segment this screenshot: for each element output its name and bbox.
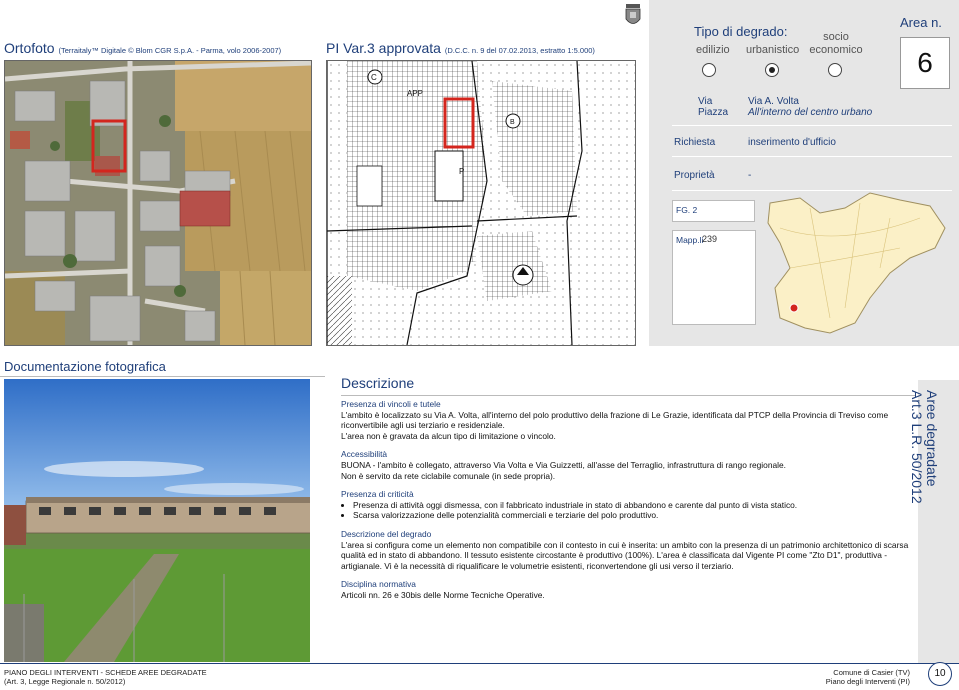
side-banner-line-2: Art.3 L.R. 50/2012	[909, 390, 925, 504]
disciplina-text: Articoli nn. 26 e 30bis delle Norme Tecn…	[341, 589, 545, 600]
footer-right: Comune di Casier (TV) Piano degli Interv…	[810, 668, 910, 686]
description-body: Presenza di vincoli e tutele L'ambito è …	[341, 399, 913, 601]
list-item: Scarsa valorizzazione delle potenzialità…	[353, 510, 913, 521]
municipality-territory-map	[760, 188, 955, 338]
area-label: Area n.	[900, 15, 942, 30]
pi-zoning-drawing: C APP B P	[327, 61, 635, 345]
footer-left: PIANO DEGLI INTERVENTI - SCHEDE AREE DEG…	[4, 668, 207, 686]
footer-left-subtitle: (Art. 3, Legge Regionale n. 50/2012)	[4, 677, 126, 686]
criticita-heading: Presenza di criticità	[341, 489, 414, 500]
degrado-option-edilizio: edilizio	[696, 44, 730, 56]
map-label-b: B	[510, 119, 515, 126]
pi-title-block: PI Var.3 approvata (D.C.C. n. 9 del 07.0…	[326, 40, 595, 56]
mappali-box: Mapp.li 239	[672, 230, 756, 325]
richiesta-label: Richiesta	[674, 137, 716, 148]
divider	[341, 395, 915, 396]
vincoli-text-2: L'area non è gravata da alcun tipo di li…	[341, 430, 556, 441]
divider	[0, 376, 325, 377]
proprieta-label: Proprietà	[674, 170, 715, 181]
side-banner-line-1: Aree degradate	[924, 390, 940, 487]
footer-right-title: Comune di Casier (TV)	[833, 668, 910, 677]
piazza-value: All'interno del centro urbano	[748, 107, 873, 118]
site-photo	[4, 379, 310, 662]
descrizione-heading: Descrizione	[341, 375, 415, 391]
accessibilita-heading: Accessibilità	[341, 449, 388, 460]
ortofoto-title-block: Ortofoto (Terraitaly™ Digitale © Blom CG…	[4, 40, 281, 56]
footer-right-subtitle: Piano degli Interventi (PI)	[825, 677, 910, 686]
pi-zoning-map: C APP B P	[326, 60, 636, 346]
map-label-c: C	[371, 73, 377, 82]
side-banner-text: Aree degradate Art.3 L.R. 50/2012	[909, 390, 940, 504]
proprieta-value: -	[748, 170, 752, 181]
pi-title: PI Var.3 approvata	[326, 40, 441, 56]
list-item: Presenza di attività oggi dismessa, con …	[353, 500, 913, 511]
ortofoto-subtitle: (Terraitaly™ Digitale © Blom CGR S.p.A. …	[58, 46, 282, 55]
page-number: 10	[928, 662, 952, 686]
criticita-list: Presenza di attività oggi dismessa, con …	[341, 500, 913, 521]
footer-left-title: PIANO DEGLI INTERVENTI - SCHEDE AREE DEG…	[4, 668, 207, 677]
vincoli-heading: Presenza di vincoli e tutele	[341, 399, 441, 409]
disciplina-heading: Disciplina normativa	[341, 579, 416, 590]
municipal-coat-of-arms-icon	[624, 4, 642, 28]
divider	[672, 125, 952, 126]
ortofoto-title: Ortofoto	[4, 40, 55, 56]
degrado-heading: Descrizione del degrado	[341, 528, 432, 539]
via-label: Via	[698, 96, 713, 107]
area-number: 6	[900, 37, 950, 89]
degrado-text: L'area si configura come un elemento non…	[341, 539, 909, 571]
pi-subtitle: (D.C.C. n. 9 del 07.02.2013, estratto 1:…	[444, 46, 595, 55]
aerial-photo-drawing	[5, 61, 311, 345]
degrado-title: Tipo di degrado:	[694, 24, 788, 39]
degrado-option-socio-economico: socio economico	[809, 31, 863, 56]
richiesta-value: inserimento d'ufficio	[748, 137, 836, 148]
vincoli-text: L'ambito è localizzato su Via A. Volta, …	[341, 409, 889, 431]
territory-drawing	[767, 192, 946, 334]
accessibilita-text: BUONA - l'ambito è collegato, attraverso…	[341, 459, 786, 470]
aerial-photo-map	[4, 60, 312, 346]
divider	[672, 156, 952, 157]
via-value: Via A. Volta	[748, 96, 799, 107]
fg-box: FG. 2	[672, 200, 755, 222]
radio-socio-economico[interactable]	[828, 63, 842, 77]
map-label-p: P	[459, 167, 464, 176]
radio-edilizio[interactable]	[702, 63, 716, 77]
side-banner: Aree degradate Art.3 L.R. 50/2012	[909, 380, 959, 664]
piazza-label: Piazza	[698, 107, 729, 118]
documentazione-heading: Documentazione fotografica	[4, 359, 166, 374]
footer-divider	[0, 663, 959, 664]
fg-label: FG. 2	[676, 205, 698, 215]
mapp-value: 239	[702, 234, 718, 244]
accessibilita-text-2: Non è servito da rete ciclabile comunale…	[341, 470, 556, 481]
radio-urbanistico[interactable]	[765, 63, 779, 77]
degrado-option-urbanistico: urbanistico	[746, 44, 800, 56]
map-label-app: APP	[407, 89, 423, 98]
mapp-label: Mapp.li	[676, 235, 704, 245]
site-photo-drawing	[4, 379, 310, 662]
